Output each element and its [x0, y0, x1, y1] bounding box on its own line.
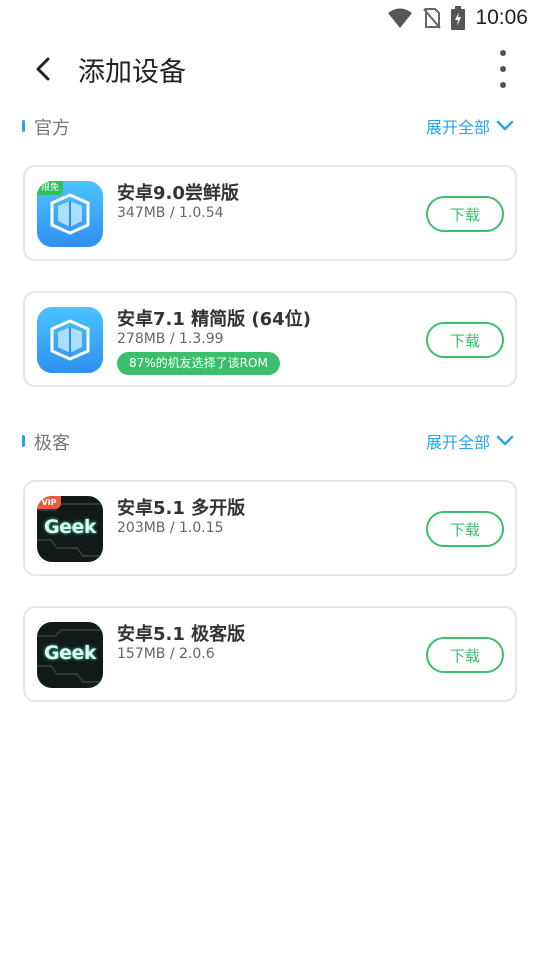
geek-logo-icon: Geek VIP	[37, 496, 103, 562]
no-sim-icon	[423, 8, 442, 29]
expand-all-label: 展开全部	[425, 433, 490, 452]
section-title: 极客	[34, 433, 70, 454]
rom-size-version: 157MB / 2.0.6	[117, 646, 215, 662]
download-button[interactable]: 下载	[426, 322, 504, 358]
rom-name: 安卓5.1 多开版	[117, 498, 246, 519]
section-header-geek: 极客 展开全部	[0, 427, 540, 457]
download-button[interactable]: 下载	[426, 511, 504, 547]
geek-logo-text: Geek	[43, 516, 97, 538]
page-title: 添加设备	[78, 57, 186, 88]
chevron-down-icon	[496, 120, 514, 131]
rom-size-version: 347MB / 1.0.54	[117, 205, 224, 221]
download-button[interactable]: 下载	[426, 637, 504, 673]
geek-logo-text: Geek	[43, 642, 97, 664]
geek-logo-icon: Geek	[37, 622, 103, 688]
expand-all-button[interactable]: 展开全部	[426, 429, 514, 453]
free-badge: 限免	[37, 181, 63, 195]
vip-badge: VIP	[37, 496, 61, 509]
section-title: 官方	[34, 118, 70, 139]
wifi-icon	[388, 8, 413, 28]
status-time: 10:06	[475, 6, 528, 29]
app-bar: 添加设备	[0, 36, 540, 100]
virtual-machine-cube-icon	[37, 307, 103, 373]
rom-card[interactable]: Geek 安卓5.1 极客版 157MB / 2.0.6 下载	[23, 606, 517, 702]
section-marker	[22, 120, 25, 132]
status-bar: 10:06	[0, 0, 540, 36]
more-options-button[interactable]	[496, 50, 510, 88]
rom-card[interactable]: 安卓7.1 精简版 (64位) 278MB / 1.3.99 87%的机友选择了…	[23, 291, 517, 387]
section-header-official: 官方 展开全部	[0, 112, 540, 142]
battery-charging-icon	[451, 6, 466, 30]
chevron-left-icon	[36, 57, 50, 81]
expand-all-label: 展开全部	[425, 118, 490, 137]
rom-name: 安卓5.1 极客版	[117, 624, 246, 645]
section-marker	[22, 435, 25, 447]
virtual-machine-cube-icon: 限免	[37, 181, 103, 247]
more-vertical-icon	[500, 50, 506, 56]
popularity-tag: 87%的机友选择了该ROM	[117, 352, 280, 375]
rom-size-version: 278MB / 1.3.99	[117, 331, 224, 347]
rom-name: 安卓9.0尝鲜版	[117, 183, 239, 204]
rom-size-version: 203MB / 1.0.15	[117, 520, 224, 536]
rom-card[interactable]: Geek VIP 安卓5.1 多开版 203MB / 1.0.15 下载	[23, 480, 517, 576]
chevron-down-icon	[496, 435, 514, 446]
download-button[interactable]: 下载	[426, 196, 504, 232]
rom-card[interactable]: 限免 安卓9.0尝鲜版 347MB / 1.0.54 下载	[23, 165, 517, 261]
back-button[interactable]	[26, 52, 60, 86]
rom-name: 安卓7.1 精简版 (64位)	[117, 309, 311, 330]
expand-all-button[interactable]: 展开全部	[426, 114, 514, 138]
